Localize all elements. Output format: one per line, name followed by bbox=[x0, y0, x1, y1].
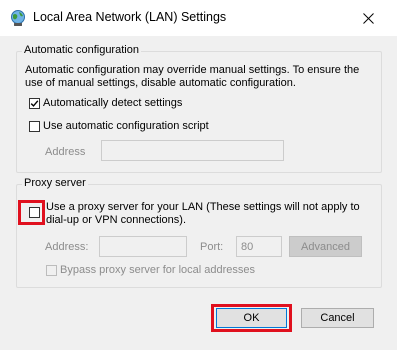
close-button[interactable] bbox=[355, 6, 381, 30]
automatic-configuration-legend: Automatic configuration bbox=[22, 44, 141, 56]
auto-config-description: Automatic configuration may override man… bbox=[25, 64, 385, 90]
use-script-checkbox[interactable] bbox=[29, 121, 40, 132]
use-proxy-label-line1: Use a proxy server for your LAN (These s… bbox=[46, 201, 360, 213]
advanced-button[interactable]: Advanced bbox=[289, 236, 362, 257]
auto-config-description-line2: use of manual settings, disable automati… bbox=[25, 77, 296, 89]
checkmark-icon bbox=[30, 100, 39, 107]
proxy-port-input[interactable] bbox=[236, 236, 282, 257]
proxy-server-legend: Proxy server bbox=[22, 177, 88, 189]
proxy-port-label: Port: bbox=[200, 241, 224, 253]
window-title: Local Area Network (LAN) Settings bbox=[33, 10, 227, 24]
bypass-local-checkbox[interactable] bbox=[46, 265, 57, 276]
proxy-address-input[interactable] bbox=[99, 236, 187, 257]
script-address-input[interactable] bbox=[101, 140, 284, 161]
cancel-button[interactable]: Cancel bbox=[301, 308, 374, 328]
title-bar: Local Area Network (LAN) Settings bbox=[0, 0, 397, 36]
use-proxy-label[interactable]: Use a proxy server for your LAN (These s… bbox=[46, 201, 366, 227]
script-address-label: Address bbox=[45, 146, 86, 158]
proxy-address-label: Address: bbox=[45, 241, 89, 253]
auto-config-description-line1: Automatic configuration may override man… bbox=[25, 64, 360, 76]
lan-settings-dialog: Local Area Network (LAN) Settings Automa… bbox=[0, 0, 397, 350]
use-proxy-checkbox[interactable] bbox=[29, 207, 40, 218]
auto-detect-label[interactable]: Automatically detect settings bbox=[43, 97, 182, 109]
auto-detect-checkbox[interactable] bbox=[29, 98, 40, 109]
close-icon bbox=[362, 12, 374, 24]
bypass-local-label[interactable]: Bypass proxy server for local addresses bbox=[60, 264, 255, 276]
ok-button[interactable]: OK bbox=[216, 308, 287, 328]
use-script-label[interactable]: Use automatic configuration script bbox=[43, 120, 209, 132]
use-proxy-label-line2: dial-up or VPN connections). bbox=[46, 214, 187, 226]
globe-network-icon bbox=[11, 10, 25, 26]
